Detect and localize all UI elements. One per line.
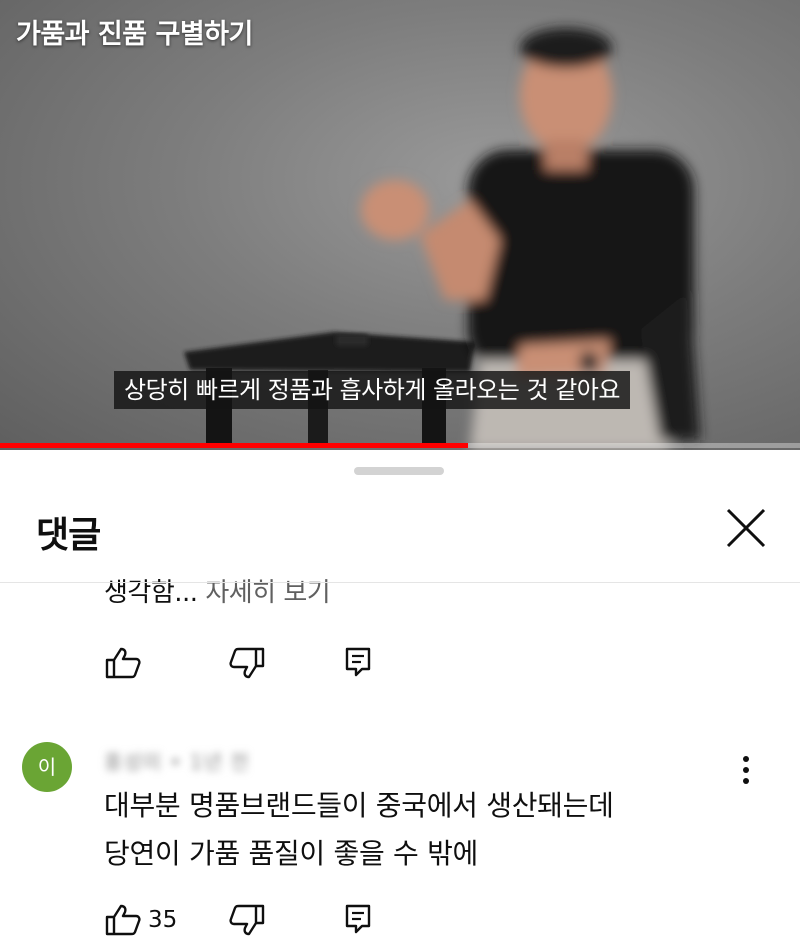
progress-bar[interactable]	[0, 443, 800, 448]
dislike-icon	[229, 904, 265, 936]
reply-icon	[345, 904, 371, 934]
dislike-button[interactable]	[228, 646, 266, 680]
progress-fill	[0, 443, 468, 448]
avatar[interactable]: 이	[22, 742, 72, 792]
drag-handle[interactable]	[354, 467, 444, 475]
comment-author-meta: 홍성미 • 1년 전	[104, 750, 250, 774]
like-button[interactable]	[104, 646, 142, 680]
comment-text-line: 당연이 가품 품질이 좋을 수 밖에	[104, 837, 478, 870]
reply-icon	[345, 647, 371, 677]
comment-menu-button[interactable]	[732, 752, 760, 788]
dislike-button[interactable]	[228, 903, 266, 937]
comments-sheet: 댓글 생각함... 자세히 보기 이 홍성미 • 1년 전 대부분 명품브랜드들…	[0, 450, 800, 948]
reply-button[interactable]	[342, 903, 380, 937]
close-button[interactable]	[718, 500, 774, 556]
comment-text-line: 대부분 명품브랜드들이 중국에서 생산돼는데	[104, 789, 614, 822]
close-icon	[726, 508, 766, 548]
video-player[interactable]: 가품과 진품 구별하기 상당히 빠르게 정품과 흡사하게 올라오는 것 같아요	[0, 0, 800, 450]
header-divider	[0, 582, 800, 583]
like-icon	[105, 647, 141, 679]
like-button[interactable]	[104, 903, 142, 937]
comments-title: 댓글	[36, 515, 101, 556]
like-count: 35	[148, 907, 178, 933]
previous-comment-text: 생각함... 자세히 보기	[104, 572, 331, 609]
dislike-icon	[229, 647, 265, 679]
video-title: 가품과 진품 구별하기	[16, 19, 253, 50]
video-caption: 상당히 빠르게 정품과 흡사하게 올라오는 것 같아요	[114, 371, 630, 409]
reply-button[interactable]	[342, 646, 380, 680]
like-icon	[105, 904, 141, 936]
